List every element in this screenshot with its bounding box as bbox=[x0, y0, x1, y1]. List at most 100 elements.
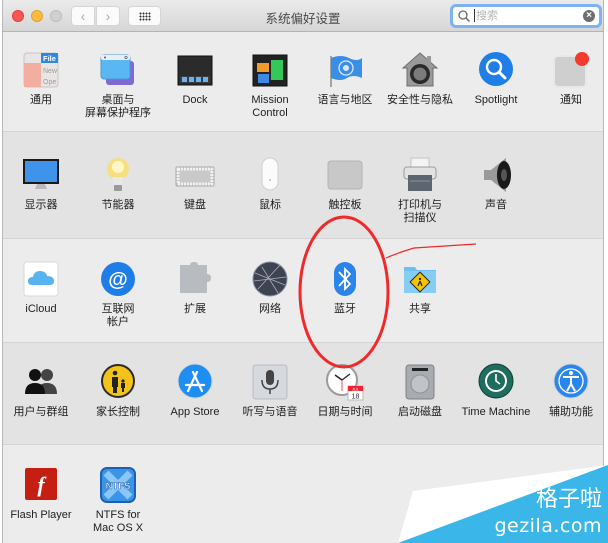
clear-search-icon[interactable]: × bbox=[583, 10, 595, 22]
language-region-icon bbox=[325, 50, 365, 90]
parental-controls-icon bbox=[98, 362, 138, 402]
keyboard-icon bbox=[175, 155, 215, 195]
svg-text:18: 18 bbox=[352, 394, 360, 401]
search-field[interactable]: × bbox=[450, 4, 602, 28]
pane-language-region[interactable]: 语言与地区 bbox=[307, 50, 383, 107]
search-icon bbox=[458, 10, 471, 23]
pane-label: Flash Player bbox=[10, 509, 72, 521]
svg-text:Ope: Ope bbox=[43, 79, 56, 86]
pane-dictation-speech[interactable]: 听写与语音 bbox=[232, 362, 308, 419]
pane-icloud[interactable]: iCloud bbox=[3, 259, 79, 316]
network-icon bbox=[250, 259, 290, 299]
pane-label: 声音 bbox=[485, 199, 507, 211]
pane-label: 日期与时间 bbox=[317, 406, 373, 418]
pane-trackpad[interactable]: 触控板 bbox=[307, 155, 383, 212]
extensions-icon bbox=[175, 259, 215, 299]
pane-startup-disk[interactable]: 启动磁盘 bbox=[382, 362, 458, 419]
dock-icon bbox=[175, 50, 215, 90]
text-cursor bbox=[474, 9, 475, 22]
pane-desktop-screensaver[interactable]: 桌面与 屏幕保护程序 bbox=[80, 50, 156, 120]
dictation-speech-icon bbox=[250, 362, 290, 402]
pane-flash-player[interactable]: f Flash Player bbox=[3, 465, 79, 522]
pane-printers-scanners[interactable]: 打印机与 扫描仪 bbox=[382, 155, 458, 225]
date-time-icon: JUL 18 bbox=[325, 362, 365, 402]
watermark-url: gezila.com bbox=[494, 515, 602, 537]
flash-player-icon: f bbox=[21, 465, 61, 505]
accessibility-icon bbox=[551, 362, 591, 402]
pane-displays[interactable]: 显示器 bbox=[3, 155, 79, 212]
internet-accounts-icon: @ bbox=[98, 259, 138, 299]
pane-label: 键盘 bbox=[184, 199, 206, 211]
pane-label: iCloud bbox=[25, 303, 57, 315]
pane-label: 通知 bbox=[560, 94, 582, 106]
pane-label: 共享 bbox=[409, 303, 431, 315]
pane-users-groups[interactable]: 用户与群组 bbox=[3, 362, 79, 419]
printer-icon bbox=[400, 155, 440, 195]
pane-label: 语言与地区 bbox=[317, 94, 373, 106]
mission-control-icon bbox=[250, 50, 290, 90]
app-store-icon bbox=[175, 362, 215, 402]
pane-sound[interactable]: 声音 bbox=[458, 155, 534, 212]
svg-text:NTFS: NTFS bbox=[106, 481, 131, 492]
pane-sharing[interactable]: 共享 bbox=[382, 259, 458, 316]
startup-disk-icon bbox=[400, 362, 440, 402]
svg-text:New: New bbox=[43, 68, 58, 75]
pane-mission-control[interactable]: Mission Control bbox=[232, 50, 308, 120]
pane-label: 家长控制 bbox=[96, 406, 140, 418]
pane-label: 触控板 bbox=[328, 199, 362, 211]
pane-date-time[interactable]: JUL 18 日期与时间 bbox=[307, 362, 383, 419]
pane-security-privacy[interactable]: 安全性与隐私 bbox=[382, 50, 458, 107]
pane-label: Time Machine bbox=[461, 406, 531, 418]
pane-time-machine[interactable]: Time Machine bbox=[458, 362, 534, 419]
ntfs-icon: NTFS bbox=[98, 465, 138, 505]
pane-general[interactable]: File New Ope 通用 bbox=[3, 50, 79, 107]
search-input[interactable] bbox=[476, 7, 576, 25]
spotlight-icon bbox=[476, 50, 516, 90]
pane-notifications[interactable]: 通知 bbox=[533, 50, 603, 107]
icloud-icon bbox=[21, 259, 61, 299]
pane-label: Spotlight bbox=[474, 94, 518, 106]
pane-label: 桌面与 屏幕保护程序 bbox=[85, 94, 151, 119]
pane-label: 辅助功能 bbox=[549, 406, 593, 418]
pane-network[interactable]: 网络 bbox=[232, 259, 308, 316]
pane-app-store[interactable]: App Store bbox=[157, 362, 233, 419]
time-machine-icon bbox=[476, 362, 516, 402]
watermark: 格子啦 gezila.com bbox=[398, 453, 608, 543]
pane-label: 用户与群组 bbox=[13, 406, 69, 418]
pane-label: 鼠标 bbox=[259, 199, 281, 211]
security-privacy-icon bbox=[400, 50, 440, 90]
pane-ntfs[interactable]: NTFS NTFS for Mac OS X bbox=[80, 465, 156, 535]
trackpad-icon bbox=[325, 155, 365, 195]
pane-label: 安全性与隐私 bbox=[387, 94, 453, 106]
pane-label: App Store bbox=[170, 406, 220, 418]
pane-keyboard[interactable]: 键盘 bbox=[157, 155, 233, 212]
speaker-icon bbox=[476, 155, 516, 195]
notifications-icon bbox=[551, 50, 591, 90]
pane-label: 网络 bbox=[259, 303, 281, 315]
title-bar: ‹ › 系统偏好设置 × bbox=[3, 0, 603, 32]
pane-label: Dock bbox=[182, 94, 208, 106]
pane-extensions[interactable]: 扩展 bbox=[157, 259, 233, 316]
svg-text:JUL: JUL bbox=[352, 386, 360, 391]
pane-label: 节能器 bbox=[101, 199, 135, 211]
users-groups-icon bbox=[21, 362, 61, 402]
pane-label: NTFS for Mac OS X bbox=[92, 509, 144, 534]
pane-label: Mission Control bbox=[251, 94, 289, 119]
pane-label: 扩展 bbox=[184, 303, 206, 315]
pane-label: 打印机与 扫描仪 bbox=[398, 199, 442, 224]
pane-parental-controls[interactable]: 家长控制 bbox=[80, 362, 156, 419]
pane-spotlight[interactable]: Spotlight bbox=[458, 50, 534, 107]
pane-label: 启动磁盘 bbox=[398, 406, 442, 418]
pane-mouse[interactable]: 鼠标 bbox=[232, 155, 308, 212]
pane-internet-accounts[interactable]: @ 互联网 帐户 bbox=[80, 259, 156, 329]
svg-text:@: @ bbox=[108, 269, 128, 291]
pane-dock[interactable]: Dock bbox=[157, 50, 233, 107]
pane-energy-saver[interactable]: 节能器 bbox=[80, 155, 156, 212]
pane-label: 显示器 bbox=[24, 199, 58, 211]
bluetooth-icon bbox=[325, 259, 365, 299]
sharing-icon bbox=[400, 259, 440, 299]
pane-accessibility[interactable]: 辅助功能 bbox=[533, 362, 603, 419]
pane-label: 互联网 帐户 bbox=[101, 303, 135, 328]
general-icon-file: File bbox=[43, 54, 56, 63]
pane-bluetooth[interactable]: 蓝牙 bbox=[307, 259, 383, 316]
